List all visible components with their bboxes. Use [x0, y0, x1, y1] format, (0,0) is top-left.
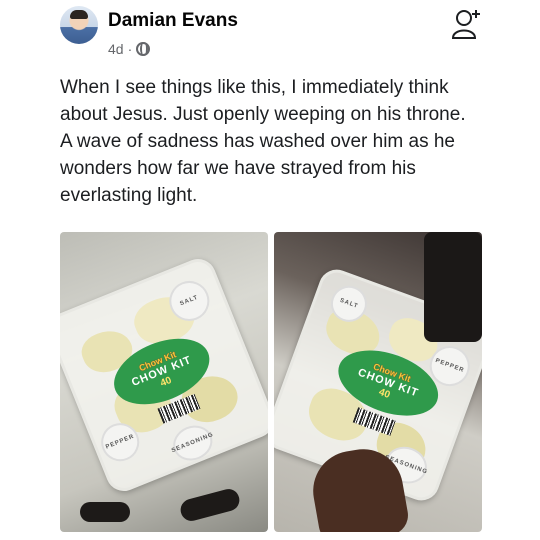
seasoning-cup: SEASONING [167, 419, 218, 467]
author-avatar[interactable] [60, 6, 98, 44]
author-name[interactable]: Damian Evans [108, 10, 238, 32]
food-container: Chow Kit CHOW KIT 40 SALT PEPPER SEASONI… [60, 253, 268, 497]
add-friend-icon[interactable] [452, 6, 482, 40]
post-card: Damian Evans 4d · When I see things like… [0, 0, 540, 540]
post-timestamp[interactable]: 4d [108, 41, 124, 57]
photo-grid: Chow Kit CHOW KIT 40 SALT PEPPER SEASONI… [60, 232, 482, 532]
post-header: Damian Evans 4d · [60, 6, 500, 62]
arm [424, 232, 482, 342]
meta-separator: · [127, 41, 133, 57]
photo-1[interactable]: Chow Kit CHOW KIT 40 SALT PEPPER SEASONI… [60, 232, 268, 532]
post-text: When I see things like this, I immediate… [60, 77, 466, 206]
photo-2[interactable]: Chow Kit CHOW KIT 40 SALT PEPPER SEASONI… [274, 232, 482, 532]
post-meta: 4d · [108, 41, 151, 57]
globe-icon [136, 42, 151, 56]
